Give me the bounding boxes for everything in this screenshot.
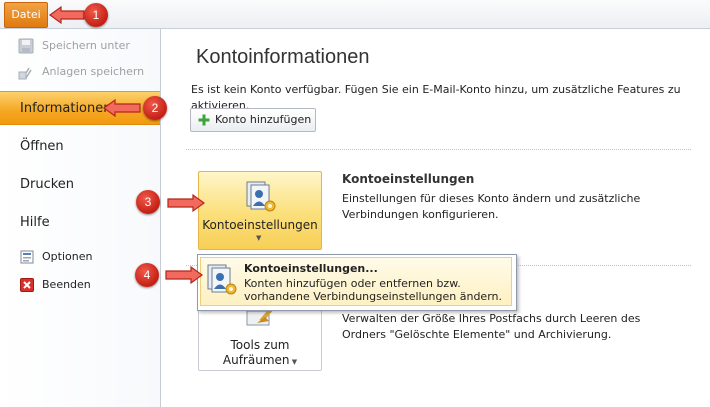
- account-settings-icon: [246, 181, 276, 212]
- chevron-down-icon: ▼: [289, 358, 298, 366]
- menu-item-account-settings[interactable]: Kontoeinstellungen... Konten hinzufügen …: [200, 257, 512, 306]
- cleanup-tools-description: Verwalten der Größe Ihres Postfachs durc…: [342, 312, 641, 341]
- red-arrow-icon: [167, 193, 206, 213]
- main-content: Kontoinformationen Es ist kein Konto ver…: [161, 29, 710, 407]
- sidebar-item-optionen[interactable]: Optionen: [20, 248, 92, 266]
- save-as-icon: [18, 38, 34, 54]
- sidebar-item-hilfe[interactable]: Hilfe: [0, 206, 160, 240]
- account-settings-dropdown: Kontoeinstellungen... Konten hinzufügen …: [197, 254, 517, 311]
- save-attachments-icon: [18, 67, 32, 80]
- save-attachments-label: Anlagen speichern: [42, 65, 145, 78]
- sidebar-item-label: Öffnen: [20, 139, 64, 154]
- page-title: Kontoinformationen: [196, 46, 370, 68]
- save-as-label: Speichern unter: [42, 39, 130, 52]
- section-description: Einstellungen für dieses Konto ändern un…: [342, 192, 641, 221]
- red-arrow-icon: [165, 265, 204, 285]
- cleanup-tools-label: Tools zum: [230, 338, 290, 352]
- step-badge: 2: [143, 96, 167, 120]
- cleanup-tools-label: Aufräumen: [222, 353, 290, 367]
- file-tab[interactable]: Datei: [4, 2, 48, 28]
- account-settings-icon: [207, 264, 237, 295]
- menu-item-description: Konten hinzufügen oder entfernen bzw. vo…: [244, 277, 502, 303]
- sidebar-item-label: Informationen: [20, 101, 112, 116]
- cleanup-tools-label: Aufräumen ▼: [199, 353, 321, 367]
- save-attachments-item[interactable]: Anlagen speichern: [18, 63, 144, 81]
- exit-icon: [20, 278, 34, 292]
- sidebar-item-beenden[interactable]: Beenden: [20, 276, 91, 294]
- step-badge: 3: [136, 190, 160, 214]
- sidebar-item-oeffnen[interactable]: Öffnen: [0, 130, 160, 164]
- add-account-label: Konto hinzufügen: [215, 113, 312, 126]
- sidebar-item-label: Drucken: [20, 177, 75, 192]
- sidebar-item-label: Optionen: [42, 250, 93, 263]
- save-as-item[interactable]: Speichern unter: [18, 37, 130, 55]
- divider: [186, 149, 691, 150]
- section-heading: Kontoeinstellungen: [342, 172, 475, 186]
- step-badge: 4: [135, 263, 159, 287]
- red-arrow-icon: [102, 98, 141, 118]
- chevron-down-icon: ▼: [256, 234, 262, 242]
- red-arrow-icon: [48, 5, 85, 25]
- plus-icon: [198, 114, 210, 126]
- backstage-sidebar: Speichern unter Anlagen speichern Inform…: [0, 29, 161, 407]
- options-icon: [20, 250, 34, 264]
- account-settings-label: Kontoeinstellungen: [202, 218, 318, 232]
- account-settings-button[interactable]: Kontoeinstellungen ▼: [198, 171, 322, 250]
- menu-item-title: Kontoeinstellungen...: [244, 262, 378, 275]
- sidebar-item-label: Beenden: [42, 278, 91, 291]
- step-badge: 1: [84, 3, 108, 27]
- add-account-button[interactable]: Konto hinzufügen: [190, 108, 316, 132]
- sidebar-item-label: Hilfe: [20, 215, 50, 230]
